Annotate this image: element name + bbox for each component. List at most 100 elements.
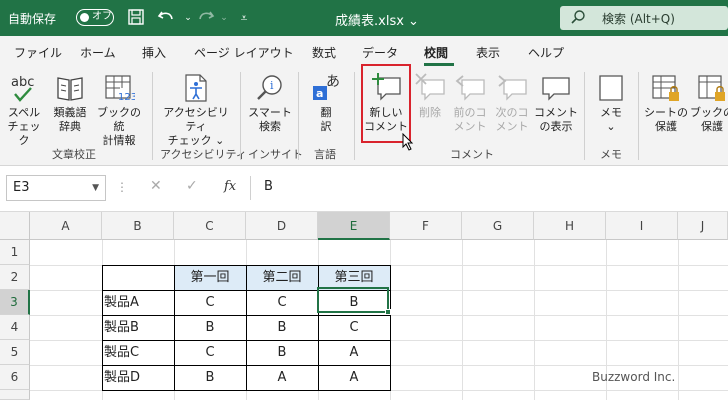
- protect-workbook-button[interactable]: ブックの 保護: [690, 72, 728, 134]
- show-comments-button[interactable]: コメント の表示: [534, 72, 578, 134]
- accessibility-check-button[interactable]: アクセシビリティ チェック ⌄: [158, 72, 234, 148]
- column-header-b[interactable]: B: [102, 212, 174, 240]
- tab-help[interactable]: ヘルプ: [528, 44, 564, 61]
- cell-b3[interactable]: 製品A: [102, 290, 174, 315]
- delete-comment-button[interactable]: 削除: [412, 72, 448, 120]
- ribbon-tabs: ファイル ホーム 挿入 ページ レイアウト 数式 データ 校閲 表示 ヘルプ: [0, 36, 728, 66]
- group-separator: [298, 72, 299, 160]
- tab-view[interactable]: 表示: [476, 44, 500, 61]
- thesaurus-label-2: 辞典: [59, 120, 81, 133]
- enter-icon[interactable]: ✓: [186, 178, 198, 194]
- tab-formulas[interactable]: 数式: [312, 44, 336, 61]
- cell-c2[interactable]: 第一回: [174, 265, 246, 290]
- row-header-1[interactable]: 1: [0, 240, 30, 265]
- next-comment-button[interactable]: 次のコ メント: [492, 72, 532, 134]
- column-header-f[interactable]: F: [390, 212, 462, 240]
- group-separator: [584, 72, 585, 160]
- cell-d5[interactable]: B: [246, 340, 318, 365]
- delete-label: 削除: [419, 106, 441, 119]
- column-header-d[interactable]: D: [246, 212, 318, 240]
- active-cell-cursor[interactable]: [317, 287, 391, 315]
- autosave-toggle[interactable]: オフ: [76, 9, 114, 26]
- tab-file[interactable]: ファイル: [14, 44, 62, 61]
- show-comments-label-1: コメント: [534, 106, 578, 119]
- accessibility-icon: [185, 74, 207, 102]
- cell-b4[interactable]: 製品B: [102, 315, 174, 340]
- column-header-a[interactable]: A: [30, 212, 102, 240]
- accessibility-label-1: アクセシビリティ: [163, 106, 229, 133]
- cell-d3[interactable]: C: [246, 290, 318, 315]
- book-icon: [57, 77, 83, 101]
- tab-review[interactable]: 校閲: [424, 44, 448, 61]
- name-box[interactable]: E3 ▼: [6, 175, 106, 201]
- row-header-5[interactable]: 5: [0, 340, 30, 365]
- notes-button[interactable]: メモ ⌄: [592, 72, 630, 134]
- cell-d6[interactable]: A: [246, 365, 318, 390]
- translate-button[interactable]: aあ 翻 訳: [306, 72, 346, 134]
- cancel-icon[interactable]: ✕: [150, 178, 162, 194]
- cell-d4[interactable]: B: [246, 315, 318, 340]
- cell-e6[interactable]: A: [318, 365, 390, 390]
- workbook-statistics-button[interactable]: 123 ブックの統 計情報: [94, 72, 144, 148]
- cell-c4[interactable]: B: [174, 315, 246, 340]
- customize-qat-icon[interactable]: ⩡: [234, 8, 254, 28]
- group-separator: [152, 72, 153, 160]
- cell-e5[interactable]: A: [318, 340, 390, 365]
- tab-page-layout[interactable]: ページ レイアウト: [194, 44, 294, 61]
- row-header-6[interactable]: 6: [0, 365, 30, 390]
- cell-b6[interactable]: 製品D: [102, 365, 174, 390]
- spelling-label-2: チェック: [7, 120, 41, 147]
- workbook-stats-label-1: ブックの統: [97, 106, 141, 133]
- cell-c5[interactable]: C: [174, 340, 246, 365]
- previous-comment-icon: [455, 75, 485, 101]
- thesaurus-button[interactable]: 類義語 辞典: [50, 72, 90, 134]
- ribbon: abc スペル チェック 類義語 辞典 123 ブックの統 計情報 文章校正 ア…: [0, 64, 728, 166]
- protect-workbook-label-2: 保護: [701, 120, 723, 133]
- redo-icon[interactable]: [196, 8, 216, 28]
- column-header-i[interactable]: I: [606, 212, 678, 240]
- cell-c3[interactable]: C: [174, 290, 246, 315]
- search-box[interactable]: 検索 (Alt+Q): [560, 6, 728, 30]
- spelling-button[interactable]: abc スペル チェック: [6, 72, 42, 148]
- smart-lookup-button[interactable]: i スマート 検索: [246, 72, 294, 134]
- save-icon[interactable]: [126, 8, 146, 28]
- column-header-h[interactable]: H: [534, 212, 606, 240]
- formula-input[interactable]: B: [264, 179, 273, 194]
- svg-text:a: a: [316, 87, 323, 100]
- column-header-g[interactable]: G: [462, 212, 534, 240]
- fill-handle[interactable]: [385, 309, 391, 315]
- redo-dropdown-icon[interactable]: ⌄: [214, 8, 234, 28]
- group-separator: [240, 72, 241, 160]
- previous-comment-button[interactable]: 前のコ メント: [450, 72, 490, 134]
- thesaurus-label-1: 類義語: [53, 106, 87, 119]
- search-text: 検索 (Alt+Q): [602, 12, 675, 26]
- cell-b5[interactable]: 製品C: [102, 340, 174, 365]
- select-all-corner[interactable]: [0, 212, 30, 240]
- insert-function-icon[interactable]: fx: [224, 179, 236, 194]
- column-header-c[interactable]: C: [174, 212, 246, 240]
- workbook-statistics-icon: 123: [105, 75, 135, 103]
- spelling-icon: abc: [11, 75, 34, 102]
- document-title[interactable]: 成績表.xlsx ⌄: [335, 10, 419, 29]
- row-header-3[interactable]: 3: [0, 290, 30, 315]
- column-header-j[interactable]: J: [678, 212, 728, 240]
- column-header-e[interactable]: E: [318, 212, 390, 240]
- cell-c6[interactable]: B: [174, 365, 246, 390]
- name-box-value: E3: [13, 180, 30, 195]
- undo-icon[interactable]: [156, 8, 176, 28]
- tab-home[interactable]: ホーム: [80, 44, 116, 61]
- tab-insert[interactable]: 挿入: [142, 44, 166, 61]
- protect-sheet-label-2: 保護: [655, 120, 677, 133]
- group-label-language: 言語: [314, 148, 336, 161]
- smart-lookup-icon: i: [257, 75, 282, 100]
- undo-dropdown-icon[interactable]: ⌄: [178, 8, 198, 28]
- cell-e4[interactable]: C: [318, 315, 390, 340]
- more-icon[interactable]: ⋮: [116, 180, 128, 194]
- protect-sheet-button[interactable]: シートの 保護: [644, 72, 688, 134]
- tab-data[interactable]: データ: [362, 44, 398, 61]
- row-header-4[interactable]: 4: [0, 315, 30, 340]
- row-header-7[interactable]: [0, 390, 30, 400]
- cell-d2[interactable]: 第二回: [246, 265, 318, 290]
- chevron-down-icon[interactable]: ▼: [92, 176, 99, 200]
- row-header-2[interactable]: 2: [0, 265, 30, 290]
